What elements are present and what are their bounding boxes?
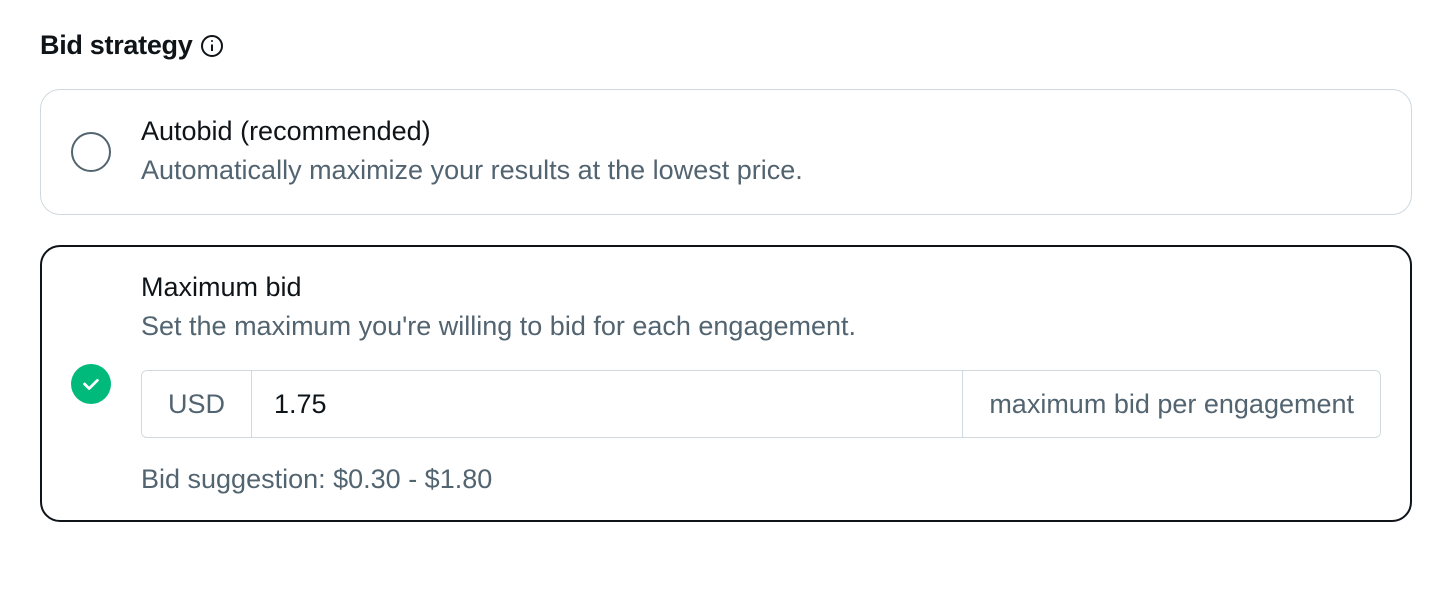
bid-input-row: USD maximum bid per engagement [141, 370, 1381, 438]
option-title: Maximum bid [141, 272, 1381, 303]
option-description: Set the maximum you're willing to bid fo… [141, 309, 1381, 344]
info-icon[interactable] [200, 34, 224, 58]
bid-option-maximum-bid[interactable]: Maximum bid Set the maximum you're willi… [40, 245, 1412, 522]
bid-amount-input[interactable] [252, 371, 962, 437]
option-body: Maximum bid Set the maximum you're willi… [141, 272, 1381, 495]
bid-currency-label: USD [142, 371, 252, 437]
bid-unit-label: maximum bid per engagement [962, 371, 1380, 437]
option-body: Autobid (recommended) Automatically maxi… [141, 116, 1381, 188]
radio-checked-icon[interactable] [71, 364, 111, 404]
bid-suggestion-text: Bid suggestion: $0.30 - $1.80 [141, 464, 1381, 495]
option-description: Automatically maximize your results at t… [141, 153, 1381, 188]
radio-unchecked-icon[interactable] [71, 132, 111, 172]
option-title: Autobid (recommended) [141, 116, 1381, 147]
bid-option-autobid[interactable]: Autobid (recommended) Automatically maxi… [40, 89, 1412, 215]
section-header: Bid strategy [40, 30, 1412, 61]
section-title: Bid strategy [40, 30, 192, 61]
